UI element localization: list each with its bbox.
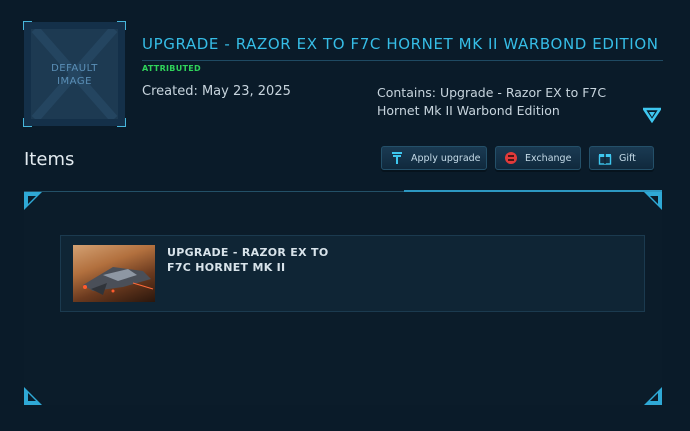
- panel-corner-decoration: [24, 387, 42, 405]
- expand-chevron-icon[interactable]: [641, 107, 663, 124]
- items-heading: Items: [24, 149, 75, 170]
- panel-corner-decoration: [644, 192, 662, 210]
- items-panel: UPGRADE - RAZOR EX TO F7C HORNET MK II: [24, 190, 662, 405]
- exchange-icon: [504, 151, 518, 165]
- upgrade-arrow-icon: [390, 151, 404, 165]
- ship-image: [73, 245, 155, 302]
- contains-text: Contains: Upgrade - Razor EX to F7C Horne…: [377, 85, 607, 118]
- pledge-title: UPGRADE - RAZOR EX TO F7C HORNET MK II W…: [142, 35, 659, 53]
- gift-button[interactable]: Gift: [589, 146, 654, 170]
- pledge-thumbnail: DEFAULT IMAGE: [23, 21, 126, 127]
- created-date: Created: May 23, 2025: [142, 84, 291, 99]
- panel-corner-decoration: [644, 387, 662, 405]
- panel-top-accent: [404, 190, 662, 192]
- exchange-button[interactable]: Exchange: [495, 146, 581, 170]
- panel-corner-decoration: [24, 192, 42, 210]
- default-image-placeholder: DEFAULT IMAGE: [31, 29, 118, 119]
- apply-upgrade-label: Apply upgrade: [411, 152, 481, 164]
- gift-label: Gift: [619, 152, 636, 164]
- apply-upgrade-button[interactable]: Apply upgrade: [381, 146, 487, 170]
- attributed-badge: ATTRIBUTED: [142, 64, 201, 73]
- title-divider: [142, 60, 663, 61]
- default-image-label: DEFAULT IMAGE: [51, 63, 98, 87]
- gift-icon: [598, 151, 612, 165]
- exchange-label: Exchange: [525, 152, 572, 164]
- item-name: UPGRADE - RAZOR EX TO F7C HORNET MK II: [167, 246, 329, 274]
- item-card[interactable]: UPGRADE - RAZOR EX TO F7C HORNET MK II: [60, 235, 645, 312]
